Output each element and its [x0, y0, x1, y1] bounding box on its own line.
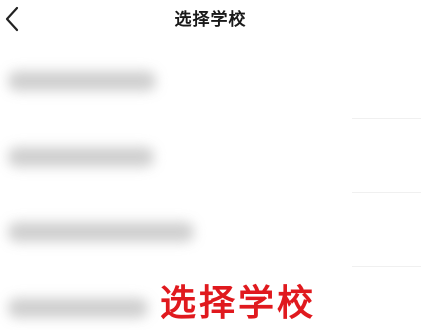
- school-list-item[interactable]: [0, 119, 421, 193]
- school-name-blurred: [8, 222, 194, 242]
- page-title: 选择学校: [174, 10, 247, 30]
- overlay-caption: 选择学校: [160, 282, 317, 324]
- select-school-screen: 选择学校 选择学校: [0, 0, 421, 330]
- school-name-blurred: [8, 298, 148, 318]
- navigation-bar: 选择学校: [0, 0, 421, 40]
- school-list-item[interactable]: [0, 193, 421, 267]
- school-list-item[interactable]: [0, 45, 421, 119]
- school-name-blurred: [8, 147, 154, 167]
- school-name-blurred: [8, 71, 156, 91]
